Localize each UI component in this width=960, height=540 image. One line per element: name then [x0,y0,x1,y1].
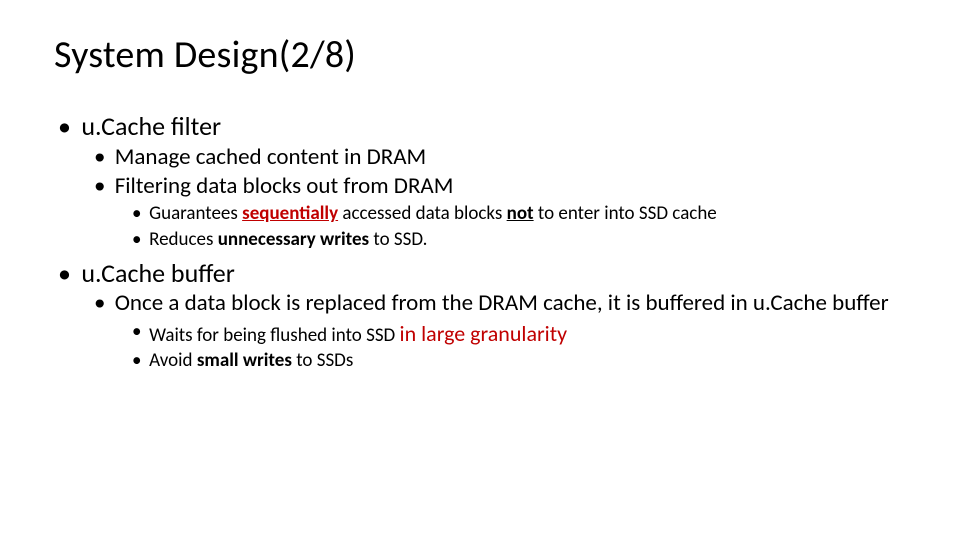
bullet-level3: • Guarantees sequentially accessed data … [132,201,906,227]
bullet-dot-icon: • [132,201,149,227]
bullet-text: u.Cache filter [81,110,906,143]
bullet-dot-icon: • [94,143,115,172]
text-fragment: Avoid [149,349,197,372]
bullet-level3: • Waits for being flushed into SSD in la… [132,319,906,349]
text-fragment: Waits for being flushed into SSD [149,324,399,347]
bullet-text: u.Cache buffer [81,257,906,290]
bullet-level2: • Filtering data blocks out from DRAM [94,172,906,201]
bullet-text: Filtering data blocks out from DRAM [115,172,906,201]
text-fragment: to SSDs [292,349,353,372]
bullet-text: Manage cached content in DRAM [115,143,906,172]
emphasis-text: in large granularity [400,320,568,347]
bullet-dot-icon: • [132,319,149,349]
bullet-text: Reduces unnecessary writes to SSD. [149,227,906,253]
bullet-text: Avoid small writes to SSDs [149,348,906,374]
bullet-level2: • Once a data block is replaced from the… [94,289,906,318]
bullet-dot-icon: • [94,172,115,201]
bullet-dot-icon: • [58,110,81,143]
text-fragment: to SSD. [369,228,427,251]
bullet-text: Once a data block is replaced from the D… [115,289,906,318]
emphasis-text: not [507,202,534,225]
text-fragment: accessed data blocks [338,202,507,225]
bullet-dot-icon: • [94,289,115,318]
bullet-text: Waits for being flushed into SSD in larg… [149,319,906,349]
bullet-dot-icon: • [132,348,149,374]
bullet-level1: • u.Cache filter [58,110,906,143]
text-fragment: Reduces [149,228,218,251]
emphasis-text: unnecessary writes [218,228,369,251]
emphasis-text: sequentially [242,202,338,225]
bullet-dot-icon: • [58,257,81,290]
bullet-level2: • Manage cached content in DRAM [94,143,906,172]
bullet-dot-icon: • [132,227,149,253]
bullet-level1: • u.Cache buffer [58,257,906,290]
bullet-level3: • Avoid small writes to SSDs [132,348,906,374]
slide-title: System Design(2/8) [54,32,906,78]
emphasis-text: small writes [197,349,292,372]
text-fragment: to enter into SSD cache [534,202,717,225]
text-fragment: Guarantees [149,202,242,225]
bullet-text: Guarantees sequentially accessed data bl… [149,201,906,227]
bullet-level3: • Reduces unnecessary writes to SSD. [132,227,906,253]
